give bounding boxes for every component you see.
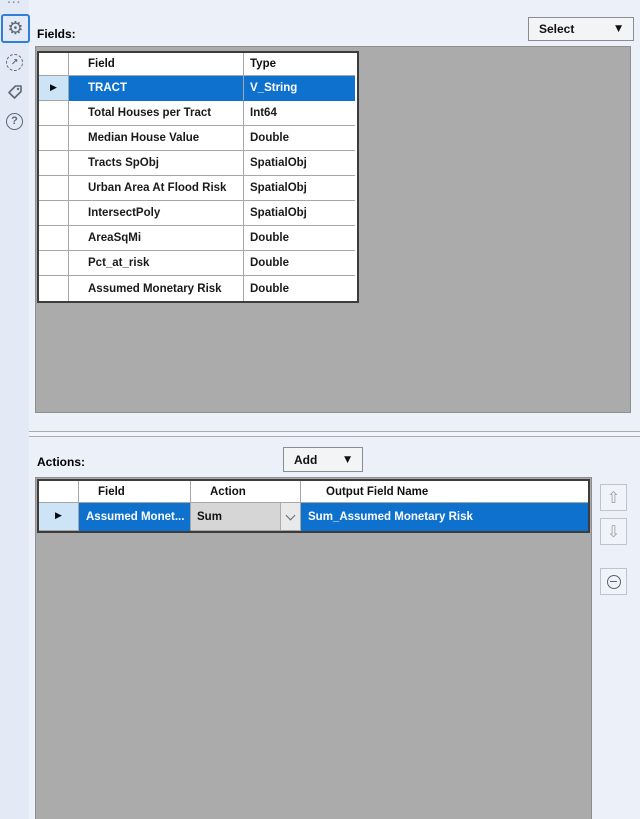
run-circle-arrow-icon: ↗ <box>6 53 23 71</box>
actions-section-label: Actions: <box>37 455 85 469</box>
row-selector[interactable] <box>39 151 69 176</box>
column-header-type: Type <box>244 53 355 76</box>
chevron-down-icon: ▼ <box>615 24 622 34</box>
panel-splitter[interactable] <box>29 431 640 437</box>
up-arrow-icon: ⇧ <box>606 487 621 507</box>
fields-panel: Field Type ▶ TRACT V_String Total Houses… <box>35 46 631 413</box>
action-field-cell[interactable]: Assumed Monet... <box>79 503 191 531</box>
current-row-marker-icon: ▶ <box>50 82 57 93</box>
type-cell[interactable]: SpatialObj <box>244 176 355 201</box>
field-cell[interactable]: AreaSqMi <box>69 226 244 251</box>
row-selector[interactable]: ▶ <box>39 76 69 101</box>
actions-panel: Field Action Output Field Name ▶ Assumed… <box>35 477 592 819</box>
table-row[interactable]: Median House Value Double <box>39 126 357 151</box>
field-cell[interactable]: Median House Value <box>69 126 244 151</box>
field-cell[interactable]: Pct_at_risk <box>69 251 244 276</box>
fields-table: Field Type ▶ TRACT V_String Total Houses… <box>37 51 359 303</box>
table-row[interactable]: ▶ Assumed Monet... Sum Sum_Assumed Monet… <box>39 503 588 531</box>
actions-table-header: Field Action Output Field Name <box>39 481 588 503</box>
field-cell[interactable]: Urban Area At Flood Risk <box>69 176 244 201</box>
table-row[interactable]: IntersectPoly SpatialObj <box>39 201 357 226</box>
table-row[interactable]: ▶ TRACT V_String <box>39 76 357 101</box>
help-tab-button[interactable]: ? <box>2 108 27 134</box>
row-selector[interactable] <box>39 176 69 201</box>
type-cell[interactable]: Double <box>244 226 355 251</box>
type-cell[interactable]: Int64 <box>244 101 355 126</box>
table-row[interactable]: Pct_at_risk Double <box>39 251 357 276</box>
move-row-down-button[interactable]: ⇩ <box>600 518 627 545</box>
type-cell[interactable]: Double <box>244 276 355 301</box>
type-cell[interactable]: Double <box>244 251 355 276</box>
combobox-dropdown-button[interactable] <box>280 503 300 530</box>
column-header-field: Field <box>79 481 191 503</box>
type-cell[interactable]: SpatialObj <box>244 201 355 226</box>
row-selector[interactable] <box>39 251 69 276</box>
select-dropdown-label: Select <box>539 22 575 36</box>
minus-circle-icon <box>606 574 621 589</box>
chevron-down-icon: ▼ <box>344 454 351 465</box>
type-cell[interactable]: Double <box>244 126 355 151</box>
row-selector[interactable] <box>39 201 69 226</box>
output-field-name-cell[interactable]: Sum_Assumed Monetary Risk <box>301 503 588 531</box>
chevron-down-icon <box>285 510 296 520</box>
configuration-tab-button[interactable]: ⚙ <box>1 14 30 43</box>
action-combobox-value: Sum <box>197 510 222 523</box>
table-row[interactable]: Assumed Monetary Risk Double <box>39 276 357 301</box>
table-row[interactable]: AreaSqMi Double <box>39 226 357 251</box>
field-cell[interactable]: Tracts SpObj <box>69 151 244 176</box>
gutter-header-cell <box>39 53 69 76</box>
table-row[interactable]: Urban Area At Flood Risk SpatialObj <box>39 176 357 201</box>
fields-table-header: Field Type <box>39 53 357 76</box>
select-dropdown-button[interactable]: Select ▼ <box>528 17 634 41</box>
run-results-tab-button[interactable]: ↗ <box>2 49 27 75</box>
row-selector[interactable] <box>39 226 69 251</box>
column-header-output: Output Field Name <box>301 481 588 503</box>
annotation-tab-button[interactable] <box>2 79 27 105</box>
row-selector[interactable] <box>39 276 69 301</box>
gear-icon: ⚙ <box>7 17 24 39</box>
column-header-field: Field <box>69 53 244 76</box>
fields-section-label: Fields: <box>37 27 76 41</box>
row-selector[interactable] <box>39 101 69 126</box>
field-cell[interactable]: Total Houses per Tract <box>69 101 244 126</box>
field-cell[interactable]: IntersectPoly <box>69 201 244 226</box>
remove-row-button[interactable] <box>600 568 627 595</box>
table-row[interactable]: Tracts SpObj SpatialObj <box>39 151 357 176</box>
down-arrow-icon: ⇩ <box>606 521 621 541</box>
field-cell[interactable]: Assumed Monetary Risk <box>69 276 244 301</box>
move-row-up-button[interactable]: ⇧ <box>600 484 627 511</box>
table-row[interactable]: Total Houses per Tract Int64 <box>39 101 357 126</box>
column-header-action: Action <box>191 481 301 503</box>
row-selector[interactable]: ▶ <box>39 503 79 531</box>
overflow-menu-icon[interactable]: ··· <box>0 0 29 9</box>
type-cell[interactable]: V_String <box>244 76 355 101</box>
gutter-header-cell <box>39 481 79 503</box>
help-icon: ? <box>6 112 23 130</box>
action-cell[interactable]: Sum <box>191 503 301 531</box>
left-toolbar: ··· ⚙ ↗ ? <box>0 0 30 819</box>
current-row-marker-icon: ▶ <box>55 511 62 521</box>
field-cell[interactable]: TRACT <box>69 76 244 101</box>
add-dropdown-label: Add <box>294 452 318 467</box>
summarize-tool-config-panel: ··· ⚙ ↗ ? Fields: Select ▼ Field Type ▶ … <box>0 0 640 819</box>
actions-table: Field Action Output Field Name ▶ Assumed… <box>37 479 590 533</box>
tag-icon <box>7 85 22 99</box>
row-selector[interactable] <box>39 126 69 151</box>
action-combobox[interactable]: Sum <box>191 503 300 530</box>
add-dropdown-button[interactable]: Add ▼ <box>283 447 363 472</box>
type-cell[interactable]: SpatialObj <box>244 151 355 176</box>
